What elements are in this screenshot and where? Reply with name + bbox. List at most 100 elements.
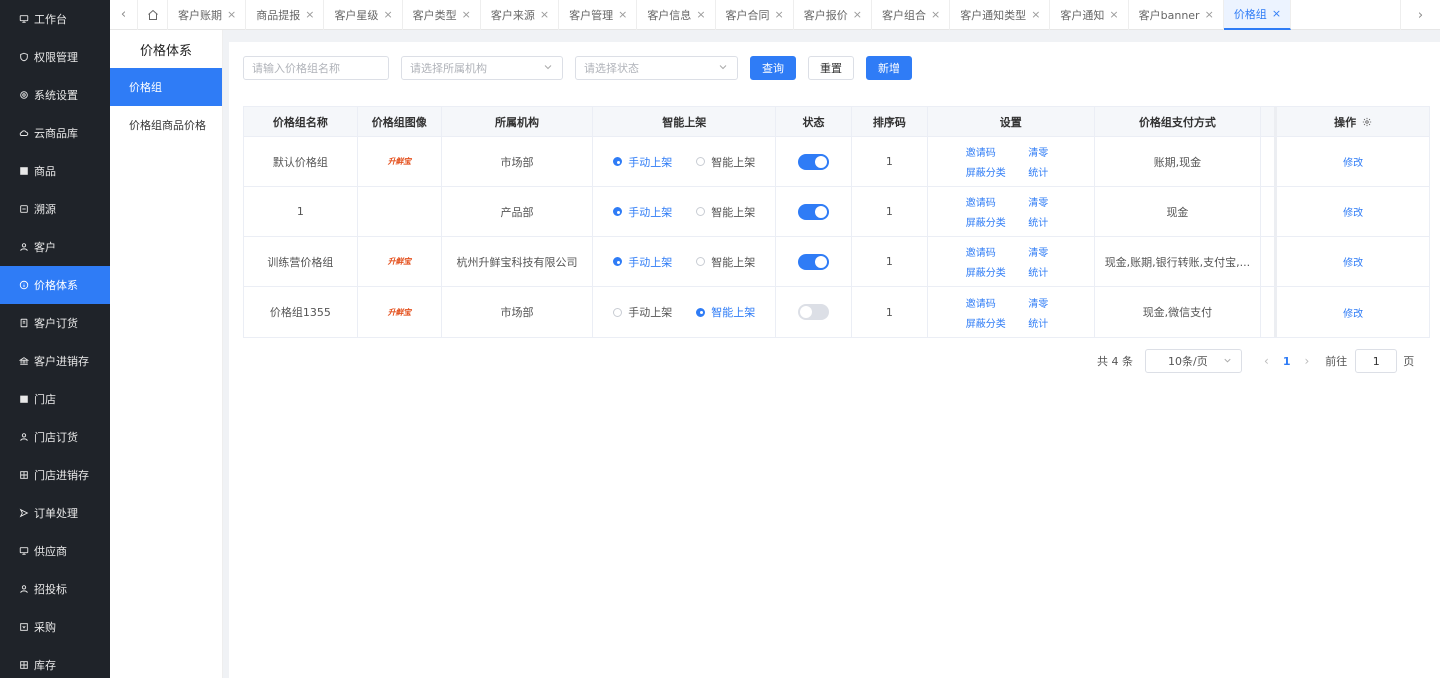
tab-2[interactable]: 客户星级 × [324, 0, 403, 30]
header-actions: 操作 [1277, 107, 1429, 136]
tab-4[interactable]: 客户来源 × [481, 0, 560, 30]
status-toggle[interactable] [798, 304, 830, 320]
tab-scroll-right-icon[interactable]: › [1400, 0, 1440, 30]
reset-zero-link[interactable]: 清零 [1021, 194, 1056, 209]
invite-code-link[interactable]: 邀请码 [966, 295, 1021, 310]
tab-6[interactable]: 客户信息 × [637, 0, 716, 30]
radio-smart-shelf[interactable]: 智能上架 [696, 154, 755, 170]
home-icon[interactable] [138, 0, 168, 30]
page-number[interactable]: 1 [1283, 355, 1291, 368]
submenu-item-price-group-product-price[interactable]: 价格组商品价格 [110, 106, 222, 144]
close-icon[interactable]: × [383, 8, 392, 21]
statistics-link[interactable]: 统计 [1021, 214, 1056, 229]
radio-manual-shelf[interactable]: 手动上架 [613, 154, 672, 170]
block-category-link[interactable]: 屏蔽分类 [966, 264, 1021, 279]
block-category-link[interactable]: 屏蔽分类 [966, 315, 1021, 330]
sidebar-item-1[interactable]: 权限管理 [0, 38, 110, 76]
invite-code-link[interactable]: 邀请码 [966, 244, 1021, 259]
tab-13[interactable]: 价格组 × [1223, 0, 1292, 30]
sidebar-item-0[interactable]: 工作台 [0, 0, 110, 38]
close-icon[interactable]: × [618, 8, 627, 21]
statistics-link[interactable]: 统计 [1021, 315, 1056, 330]
tab-5[interactable]: 客户管理 × [559, 0, 638, 30]
tab-1[interactable]: 商品提报 × [246, 0, 325, 30]
sidebar-item-12[interactable]: 门店进销存 [0, 456, 110, 494]
tab-12[interactable]: 客户banner × [1129, 0, 1224, 30]
block-category-link[interactable]: 屏蔽分类 [966, 214, 1021, 229]
close-icon[interactable]: × [696, 8, 705, 21]
radio-manual-shelf[interactable]: 手动上架 [613, 304, 672, 320]
radio-dot-icon [696, 207, 706, 216]
edit-link[interactable]: 修改 [1343, 305, 1363, 320]
tab-7[interactable]: 客户合同 × [716, 0, 794, 30]
tab-9[interactable]: 客户组合 × [872, 0, 951, 30]
close-icon[interactable]: × [540, 8, 549, 21]
status-toggle[interactable] [798, 153, 830, 170]
close-icon[interactable]: × [1031, 8, 1040, 21]
close-icon[interactable]: × [1272, 7, 1281, 20]
price-group-name-input[interactable]: 请输入价格组名称 [243, 56, 389, 80]
invite-code-link[interactable]: 邀请码 [966, 194, 1021, 209]
sidebar-item-7[interactable]: 价格体系 [0, 266, 110, 304]
goto-page-input[interactable]: 1 [1355, 349, 1398, 373]
query-button[interactable]: 查询 [750, 56, 796, 80]
invite-code-link[interactable]: 邀请码 [966, 144, 1021, 159]
radio-smart-shelf[interactable]: 智能上架 [696, 204, 755, 220]
sidebar-item-4[interactable]: 商品 [0, 152, 110, 190]
sidebar-item-14[interactable]: 供应商 [0, 532, 110, 570]
close-icon[interactable]: × [462, 8, 471, 21]
edit-link[interactable]: 修改 [1343, 154, 1363, 169]
radio-smart-shelf[interactable]: 智能上架 [696, 254, 755, 270]
close-icon[interactable]: × [305, 8, 314, 21]
sidebar-item-3[interactable]: 云商品库 [0, 114, 110, 152]
sidebar-item-13[interactable]: 订单处理 [0, 494, 110, 532]
organization-select[interactable]: 请选择所属机构 [401, 56, 563, 80]
status-select[interactable]: 请选择状态 [575, 56, 738, 80]
close-icon[interactable]: × [1205, 8, 1214, 21]
radio-manual-shelf[interactable]: 手动上架 [613, 204, 672, 220]
sidebar-item-6[interactable]: 客户 [0, 228, 110, 266]
reset-zero-link[interactable]: 清零 [1021, 295, 1056, 310]
edit-link[interactable]: 修改 [1343, 254, 1363, 269]
status-toggle[interactable] [798, 253, 830, 270]
close-icon[interactable]: × [1109, 8, 1118, 21]
sidebar-item-8[interactable]: 客户订货 [0, 304, 110, 342]
sidebar-item-10[interactable]: 门店 [0, 380, 110, 418]
tab-3[interactable]: 客户类型 × [403, 0, 481, 30]
sidebar-item-16[interactable]: 采购 [0, 608, 110, 646]
edit-link[interactable]: 修改 [1343, 204, 1363, 219]
tab-10[interactable]: 客户通知类型 × [950, 0, 1051, 30]
close-icon[interactable]: × [853, 8, 862, 21]
sidebar-item-15[interactable]: 招投标 [0, 570, 110, 608]
page-size-select[interactable]: 10条/页 [1145, 349, 1242, 373]
tab-scroll-left-icon[interactable]: ‹ [110, 0, 138, 30]
radio-manual-shelf[interactable]: 手动上架 [613, 254, 672, 270]
statistics-link[interactable]: 统计 [1021, 264, 1056, 279]
next-page-icon[interactable]: › [1304, 354, 1309, 368]
sidebar-item-9[interactable]: 客户进销存 [0, 342, 110, 380]
reset-zero-link[interactable]: 清零 [1021, 144, 1056, 159]
tab-0[interactable]: 客户账期 × [168, 0, 247, 30]
tab-11[interactable]: 客户通知 × [1050, 0, 1129, 30]
radio-smart-shelf[interactable]: 智能上架 [696, 304, 755, 320]
close-icon[interactable]: × [931, 8, 940, 21]
prev-page-icon[interactable]: ‹ [1264, 354, 1269, 368]
sidebar-item-2[interactable]: 系统设置 [0, 76, 110, 114]
sidebar-item-17[interactable]: 库存 [0, 646, 110, 678]
add-button[interactable]: 新增 [866, 56, 912, 80]
header-actions-label: 操作 [1334, 115, 1357, 129]
tab-8[interactable]: 客户报价 × [794, 0, 872, 30]
submenu-item-price-group[interactable]: 价格组 [110, 68, 222, 106]
sidebar-item-5[interactable]: 溯源 [0, 190, 110, 228]
sidebar-item-11[interactable]: 门店订货 [0, 418, 110, 456]
close-icon[interactable]: × [227, 8, 236, 21]
reset-zero-link[interactable]: 清零 [1021, 244, 1056, 259]
gear-icon[interactable] [1356, 115, 1372, 128]
chevron-down-icon [719, 65, 727, 70]
close-icon[interactable]: × [775, 8, 784, 21]
status-toggle[interactable] [798, 203, 830, 220]
block-category-link[interactable]: 屏蔽分类 [966, 164, 1021, 179]
reset-button[interactable]: 重置 [808, 56, 854, 80]
header-payment: 价格组支付方式 [1095, 107, 1262, 136]
statistics-link[interactable]: 统计 [1021, 164, 1056, 179]
